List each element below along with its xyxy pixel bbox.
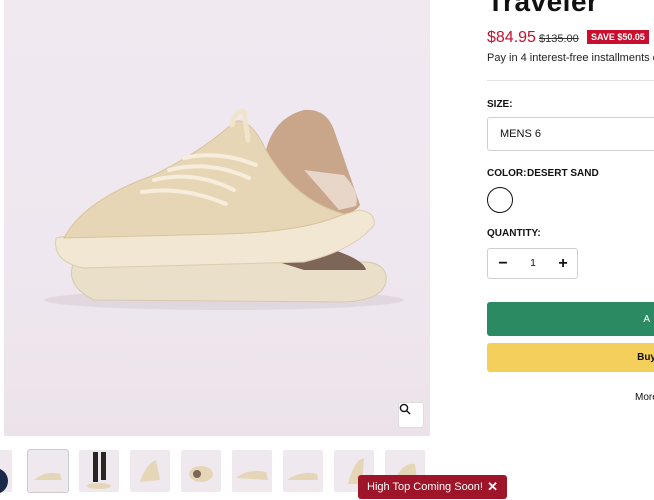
more-payment-options-link[interactable]: More: [635, 392, 654, 403]
magnifier-icon: [399, 403, 411, 415]
toast-message: High Top Coming Soon!: [367, 481, 483, 493]
product-main-image[interactable]: [4, 0, 430, 436]
thumbnail[interactable]: [232, 450, 272, 492]
announcement-toast: High Top Coming Soon! ✕: [358, 475, 507, 499]
buy-now-label: Buy: [637, 352, 654, 363]
quantity-label: QUANTITY:: [487, 228, 541, 239]
zoom-button[interactable]: [398, 402, 424, 428]
thumbnail[interactable]: [283, 450, 323, 492]
size-select[interactable]: MENS 6: [487, 117, 654, 151]
color-label: COLOR:: [487, 168, 527, 179]
quantity-increase-button[interactable]: +: [548, 249, 578, 278]
thumbnail[interactable]: [27, 449, 69, 493]
quantity-value[interactable]: 1: [518, 249, 548, 278]
product-title: Traveler: [487, 0, 599, 17]
size-value: MENS 6: [500, 128, 541, 140]
divider: [487, 80, 654, 81]
buy-now-button[interactable]: Buy: [487, 343, 654, 372]
save-badge: SAVE $50.05: [587, 30, 649, 44]
shoe-illustration: [44, 108, 404, 310]
thumbnail[interactable]: [181, 450, 221, 492]
quantity-stepper: − 1 +: [487, 248, 578, 279]
installments-text: Pay in 4 interest-free installments of $: [487, 52, 654, 64]
add-to-cart-label: A: [643, 313, 650, 325]
thumbnail[interactable]: [130, 450, 170, 492]
size-label: SIZE:: [487, 99, 513, 110]
color-value: DESERT SAND: [527, 168, 599, 179]
quantity-decrease-button[interactable]: −: [488, 249, 518, 278]
sale-price: $84.95: [487, 29, 536, 46]
add-to-cart-button[interactable]: A: [487, 302, 654, 336]
close-icon[interactable]: ✕: [487, 479, 498, 495]
compare-price: $135.00: [539, 33, 579, 45]
thumbnail[interactable]: [79, 450, 119, 492]
color-swatch-desert-sand[interactable]: [487, 187, 513, 213]
